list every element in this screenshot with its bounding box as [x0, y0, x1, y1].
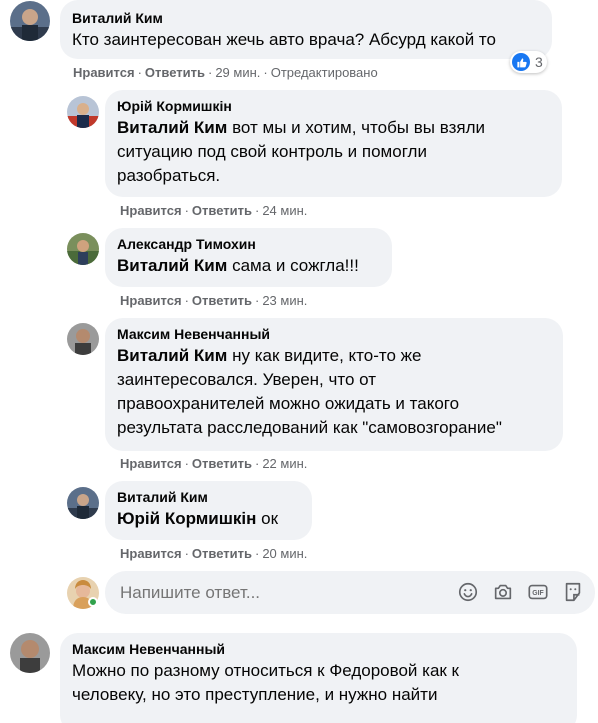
mention-link[interactable]: Виталий Ким — [117, 118, 227, 137]
mention-link[interactable]: Виталий Ким — [117, 256, 227, 275]
avatar[interactable] — [10, 1, 50, 41]
like-button[interactable]: Нравится — [120, 203, 182, 218]
comment-author[interactable]: Максим Невенчанный — [117, 325, 551, 344]
comment-bubble: Виталий Ким Кто заинтересован жечь авто … — [60, 0, 552, 59]
comment-text-line: заинтересовался. Уверен, что от — [117, 370, 376, 389]
comment-author[interactable]: Александр Тимохин — [117, 235, 380, 254]
comment-text-line: ситуацию под свой контроль и помогли — [117, 142, 427, 161]
comment-author[interactable]: Максим Невенчанный — [72, 640, 565, 659]
comment-actions: Нравится · Ответить · 20 мин. — [120, 546, 308, 561]
avatar[interactable] — [10, 633, 50, 673]
comment-text-line: Можно по разному относиться к Федоровой … — [72, 661, 459, 680]
comment-author[interactable]: Виталий Ким — [117, 488, 300, 507]
comment-text-line: правоохранителей можно ожидать и такого — [117, 394, 460, 413]
comment-bubble: Максим Невенчанный Можно по разному отно… — [60, 633, 577, 723]
edited-label: Отредактировано — [270, 65, 378, 80]
reply-button[interactable]: Ответить — [192, 203, 252, 218]
comment-author[interactable]: Юрій Кормишкін — [117, 97, 550, 116]
comment-time[interactable]: 20 мин. — [262, 546, 307, 561]
comment-actions: Нравится · Ответить · 29 мин. · Отредактирован… — [73, 65, 378, 80]
like-button[interactable]: Нравится — [120, 546, 182, 561]
comment-bubble: Александр Тимохин Виталий Ким сама и сож… — [105, 228, 392, 287]
online-status-dot — [88, 597, 98, 607]
comment-text-line: вот мы и хотим, чтобы вы взяли — [232, 118, 485, 137]
comment-time[interactable]: 29 мин. — [215, 65, 260, 80]
comment-bubble: Виталий Ким Юрій Кормишкін ок — [105, 481, 312, 540]
mention-link[interactable]: Виталий Ким — [117, 346, 227, 365]
camera-icon[interactable] — [492, 581, 514, 603]
reply-input[interactable] — [120, 583, 440, 603]
comment-bubble: Максим Невенчанный Виталий Ким ну как ви… — [105, 318, 563, 451]
comment-text: Кто заинтересован жечь авто врача? Абсур… — [72, 30, 496, 49]
comment-text-line: человеку, но это преступление, и нужно н… — [72, 685, 438, 704]
comment-actions: Нравится · Ответить · 24 мин. — [120, 203, 308, 218]
avatar[interactable] — [67, 233, 99, 265]
reply-composer: GIF — [105, 571, 595, 614]
like-button[interactable]: Нравится — [120, 456, 182, 471]
like-button[interactable]: Нравится — [120, 293, 182, 308]
like-icon — [512, 53, 530, 71]
comment-text-line: результата расследований как "самовозгор… — [117, 418, 502, 437]
like-button[interactable]: Нравится — [73, 65, 135, 80]
svg-text:GIF: GIF — [532, 590, 543, 597]
gif-icon[interactable]: GIF — [527, 581, 549, 603]
comment-bubble: Юрій Кормишкін Виталий Ким вот мы и хоти… — [105, 90, 562, 197]
comment-time[interactable]: 24 мин. — [262, 203, 307, 218]
comment-time[interactable]: 23 мин. — [262, 293, 307, 308]
comment-text-line: ну как видите, кто-то же — [232, 346, 422, 365]
sticker-icon[interactable] — [562, 581, 584, 603]
emoji-icon[interactable] — [457, 581, 479, 603]
reply-button[interactable]: Ответить — [192, 456, 252, 471]
reply-button[interactable]: Ответить — [145, 65, 205, 80]
avatar[interactable] — [67, 96, 99, 128]
comment-time[interactable]: 22 мин. — [262, 456, 307, 471]
reply-button[interactable]: Ответить — [192, 293, 252, 308]
avatar[interactable] — [67, 487, 99, 519]
avatar[interactable] — [67, 323, 99, 355]
comment-text: сама и сожгла!!! — [232, 256, 359, 275]
mention-link[interactable]: Юрій Кормишкін — [117, 509, 256, 528]
comment-text: ок — [261, 509, 279, 528]
comment-actions: Нравится · Ответить · 23 мин. — [120, 293, 308, 308]
comment-actions: Нравится · Ответить · 22 мин. — [120, 456, 308, 471]
comment-author[interactable]: Виталий Ким — [72, 9, 540, 28]
reply-button[interactable]: Ответить — [192, 546, 252, 561]
comment-text-line: разобраться. — [117, 166, 221, 185]
reaction-count[interactable]: 3 — [510, 51, 547, 73]
